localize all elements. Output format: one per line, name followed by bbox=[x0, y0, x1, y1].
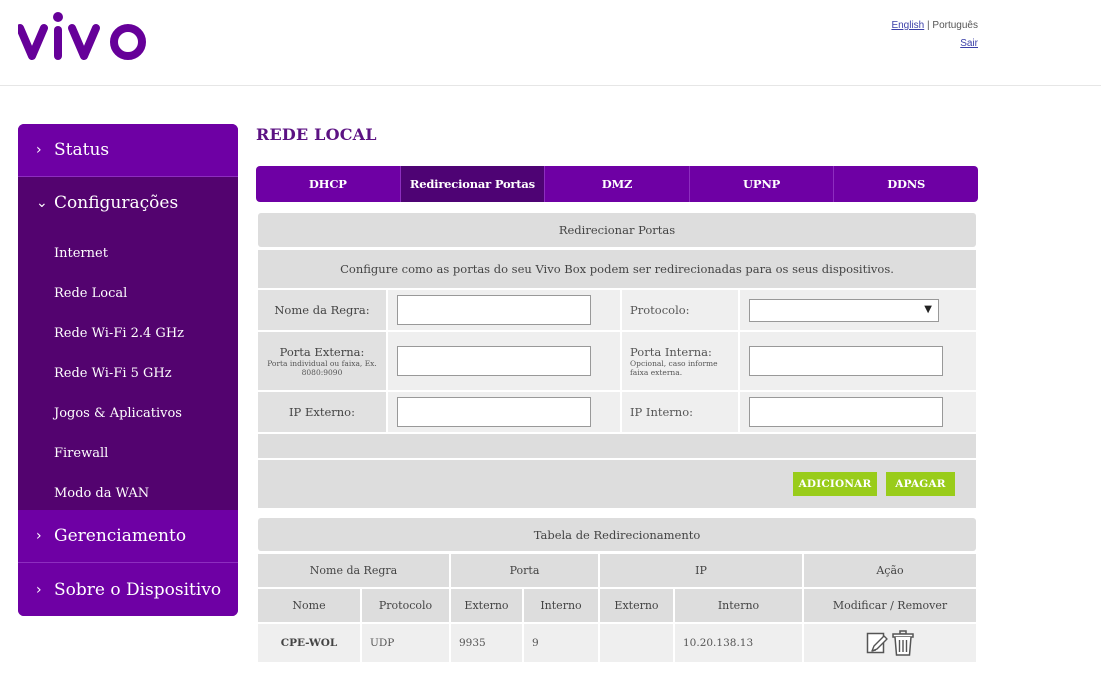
col-header-ip-externo: Externo bbox=[600, 589, 673, 622]
col-header-protocolo: Protocolo bbox=[362, 589, 449, 622]
sidebar-subitem-label: Rede Local bbox=[54, 285, 128, 301]
cell-acao bbox=[804, 624, 976, 662]
form-spacer bbox=[258, 434, 976, 458]
table-sub-header: Nome Protocolo Externo Interno Externo I… bbox=[258, 589, 976, 622]
sidebar-subitem-firewall[interactable]: Firewall bbox=[18, 433, 238, 473]
ip-interno-label: IP Interno: bbox=[622, 392, 738, 432]
form-row: Nome da Regra: Protocolo: ▼ bbox=[258, 290, 976, 330]
page-title: REDE LOCAL bbox=[256, 125, 377, 144]
col-header-nome: Nome bbox=[258, 589, 360, 622]
nome-regra-input[interactable] bbox=[397, 295, 591, 325]
sidebar-subitem-rede-local[interactable]: Rede Local bbox=[18, 273, 238, 313]
sidebar-item-configuracoes[interactable]: ⌄ Configurações bbox=[18, 177, 238, 229]
porta-interna-hint: Opcional, caso informe faixa externa. bbox=[630, 359, 718, 377]
protocolo-label: Protocolo: bbox=[622, 290, 738, 330]
porta-interna-label-cell: Porta Interna: Opcional, caso informe fa… bbox=[622, 332, 738, 390]
form-row: Porta Externa: Porta individual ou faixa… bbox=[258, 332, 976, 390]
tab-redirecionar-portas[interactable]: Redirecionar Portas bbox=[400, 166, 546, 202]
table-group-header: Nome da Regra Porta IP Ação bbox=[258, 554, 976, 587]
chevron-down-icon: ⌄ bbox=[36, 195, 48, 211]
sidebar-subitem-label: Modo da WAN bbox=[54, 485, 150, 501]
edit-icon[interactable] bbox=[866, 631, 888, 655]
sidebar-subitem-wifi-5[interactable]: Rede Wi-Fi 5 GHz bbox=[18, 353, 238, 393]
delete-button[interactable]: APAGAR bbox=[886, 472, 955, 496]
col-header-porta-interno: Interno bbox=[524, 589, 598, 622]
group-header-nome: Nome da Regra bbox=[258, 554, 449, 587]
nome-regra-label: Nome da Regra: bbox=[258, 290, 386, 330]
dropdown-arrow-icon: ▼ bbox=[924, 303, 932, 315]
form-actions: ADICIONAR APAGAR bbox=[258, 460, 976, 508]
porta-externa-hint: Porta individual ou faixa, Ex. 8080:9090 bbox=[267, 359, 377, 377]
porta-externa-input[interactable] bbox=[397, 346, 591, 376]
col-header-ip-interno: Interno bbox=[675, 589, 802, 622]
sidebar-subitem-label: Jogos & Aplicativos bbox=[54, 405, 182, 421]
sidebar: › Status ⌄ Configurações Internet Rede L… bbox=[18, 124, 238, 616]
form-section-title: Redirecionar Portas bbox=[258, 213, 976, 247]
vivo-logo[interactable] bbox=[18, 8, 154, 64]
tab-ddns[interactable]: DDNS bbox=[834, 166, 978, 202]
header-links: English | Português Sair bbox=[891, 17, 978, 53]
nome-regra-cell bbox=[388, 290, 620, 330]
sidebar-subitem-jogos[interactable]: Jogos & Aplicativos bbox=[18, 393, 238, 433]
tab-upnp[interactable]: UPNP bbox=[690, 166, 835, 202]
porta-externa-label-cell: Porta Externa: Porta individual ou faixa… bbox=[258, 332, 386, 390]
sidebar-subitem-label: Rede Wi-Fi 2.4 GHz bbox=[54, 325, 184, 341]
form-row: IP Externo: IP Interno: bbox=[258, 392, 976, 432]
sidebar-subitem-label: Firewall bbox=[54, 445, 109, 461]
sidebar-subitem-label: Internet bbox=[54, 245, 108, 261]
header: English | Português Sair bbox=[0, 0, 1101, 86]
sidebar-item-status[interactable]: › Status bbox=[18, 124, 238, 176]
sidebar-subitem-wifi-24[interactable]: Rede Wi-Fi 2.4 GHz bbox=[18, 313, 238, 353]
sidebar-subitem-label: Rede Wi-Fi 5 GHz bbox=[54, 365, 172, 381]
sidebar-subitem-modo-wan[interactable]: Modo da WAN bbox=[18, 473, 238, 513]
form-description: Configure como as portas do seu Vivo Box… bbox=[258, 250, 976, 288]
ip-externo-cell bbox=[388, 392, 620, 432]
porta-interna-input[interactable] bbox=[749, 346, 943, 376]
tab-dhcp[interactable]: DHCP bbox=[256, 166, 401, 202]
sidebar-item-label: Gerenciamento bbox=[54, 526, 187, 546]
group-header-acao: Ação bbox=[804, 554, 976, 587]
cell-ip-externo bbox=[600, 624, 673, 662]
tab-bar: DHCP Redirecionar Portas DMZ UPNP DDNS bbox=[256, 166, 978, 202]
redirect-table: Tabela de Redirecionamento Nome da Regra… bbox=[256, 518, 978, 662]
protocolo-select[interactable]: ▼ bbox=[749, 298, 939, 322]
cell-porta-interno: 9 bbox=[524, 624, 598, 662]
logout-link[interactable]: Sair bbox=[960, 38, 978, 49]
sidebar-item-label: Status bbox=[54, 140, 110, 160]
lang-portugues[interactable]: Português bbox=[932, 20, 978, 31]
sidebar-item-label: Sobre o Dispositivo bbox=[54, 579, 222, 600]
group-header-ip: IP bbox=[600, 554, 802, 587]
chevron-right-icon: › bbox=[36, 142, 42, 158]
lang-english-link[interactable]: English bbox=[891, 20, 924, 31]
add-button[interactable]: ADICIONAR bbox=[793, 472, 877, 496]
cell-porta-externo: 9935 bbox=[451, 624, 522, 662]
chevron-right-icon: › bbox=[36, 528, 42, 544]
porta-interna-cell bbox=[740, 332, 976, 390]
col-header-porta-externo: Externo bbox=[451, 589, 522, 622]
table-title: Tabela de Redirecionamento bbox=[258, 518, 976, 551]
ip-externo-input[interactable] bbox=[397, 397, 591, 427]
ip-externo-label: IP Externo: bbox=[258, 392, 386, 432]
tab-dmz[interactable]: DMZ bbox=[545, 166, 690, 202]
table-row: CPE-WOL UDP 9935 9 10.20.138.13 bbox=[258, 624, 976, 662]
port-forward-form: Redirecionar Portas Configure como as po… bbox=[256, 213, 978, 508]
porta-interna-label: Porta Interna: bbox=[630, 345, 712, 359]
ip-interno-cell bbox=[740, 392, 976, 432]
chevron-right-icon: › bbox=[36, 581, 42, 598]
sidebar-item-gerenciamento[interactable]: › Gerenciamento bbox=[18, 510, 238, 562]
sidebar-item-sobre[interactable]: › Sobre o Dispositivo bbox=[18, 563, 238, 616]
group-header-porta: Porta bbox=[451, 554, 598, 587]
trash-icon[interactable] bbox=[892, 630, 914, 656]
porta-externa-cell bbox=[388, 332, 620, 390]
sidebar-subitem-internet[interactable]: Internet bbox=[18, 233, 238, 273]
ip-interno-input[interactable] bbox=[749, 397, 943, 427]
sidebar-item-label: Configurações bbox=[54, 193, 179, 213]
col-header-acao: Modificar / Remover bbox=[804, 589, 976, 622]
porta-externa-label: Porta Externa: bbox=[279, 345, 365, 359]
cell-protocolo: UDP bbox=[362, 624, 449, 662]
sidebar-submenu: Internet Rede Local Rede Wi-Fi 2.4 GHz R… bbox=[18, 229, 238, 510]
protocolo-cell: ▼ bbox=[740, 290, 976, 330]
cell-ip-interno: 10.20.138.13 bbox=[675, 624, 802, 662]
cell-nome: CPE-WOL bbox=[258, 624, 360, 662]
